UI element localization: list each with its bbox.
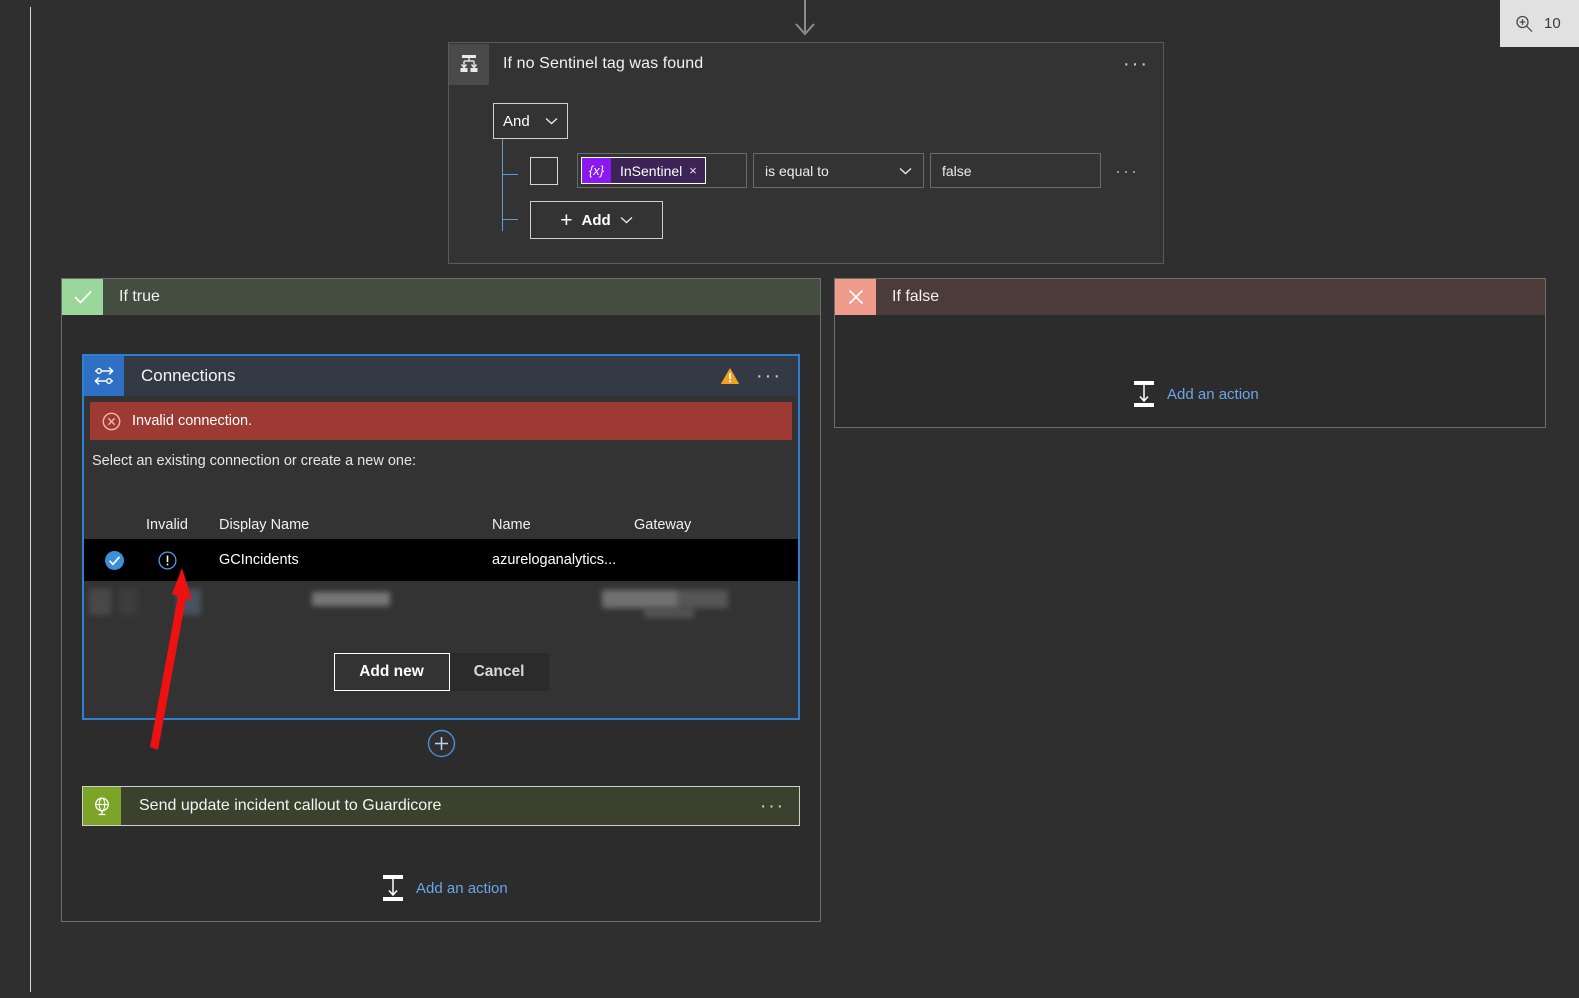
plus-icon: + <box>560 208 573 232</box>
condition-row-checkbox[interactable] <box>530 156 558 185</box>
chevron-down-icon <box>620 216 633 224</box>
connections-panel-buttons: Add new Cancel <box>84 653 798 691</box>
row-select-cell[interactable] <box>84 550 132 571</box>
guardicore-action-more-button[interactable]: ··· <box>760 797 785 816</box>
condition-left-operand-field[interactable]: {x} InSentinel × <box>577 153 747 188</box>
condition-operator-value: is equal to <box>765 162 829 179</box>
logic-operator-value: And <box>503 112 530 130</box>
redacted-name <box>602 590 728 608</box>
chevron-down-icon <box>545 117 558 125</box>
logic-operator-dropdown[interactable]: And <box>493 103 568 139</box>
if-true-title: If true <box>119 288 160 305</box>
row-display-name: GCIncidents <box>219 552 299 568</box>
condition-icon <box>449 43 489 85</box>
connections-table-header: Invalid Display Name Name Gateway <box>84 511 798 539</box>
warning-triangle-icon <box>720 367 740 385</box>
condition-value: false <box>942 162 972 179</box>
condition-card-more-button[interactable]: ··· <box>1123 54 1149 74</box>
col-invalid: Invalid <box>146 517 188 533</box>
connections-panel-header[interactable]: Connections ··· <box>84 356 798 396</box>
condition-card-body: And {x} InSentinel × is equal to false ·… <box>449 85 1163 239</box>
condition-add-wrap: + Add <box>493 201 1163 239</box>
if-true-header: If true <box>62 279 820 315</box>
col-gateway: Gateway <box>634 517 692 533</box>
row-name: azureloganalytics... <box>492 552 617 568</box>
add-condition-button[interactable]: + Add <box>530 201 663 239</box>
chevron-down-icon <box>899 167 912 174</box>
zoom-control[interactable]: 10 <box>1500 0 1579 47</box>
invalid-connection-error-bar: Invalid connection. <box>90 402 792 440</box>
redacted-row-icons <box>89 589 259 615</box>
connections-table: Invalid Display Name Name Gateway GCInci… <box>84 511 798 621</box>
add-new-button[interactable]: Add new <box>333 653 450 691</box>
col-name: Name <box>492 517 531 533</box>
add-an-action-label: Add an action <box>416 879 508 897</box>
condition-card-title: If no Sentinel tag was found <box>503 55 704 72</box>
token-label: InSentinel <box>620 162 683 179</box>
add-an-action-true-branch[interactable]: Add an action <box>380 874 508 902</box>
if-false-title: If false <box>892 288 940 305</box>
condition-connector-horizontal <box>502 174 518 175</box>
table-row[interactable]: GCIncidents azureloganalytics... <box>84 539 798 581</box>
guardicore-action-card[interactable]: Send update incident callout to Guardico… <box>82 786 800 826</box>
table-row[interactable] <box>84 581 798 621</box>
http-globe-icon <box>83 787 121 825</box>
plus-circle-icon[interactable] <box>427 729 456 758</box>
condition-card: If no Sentinel tag was found ··· And {x}… <box>448 42 1164 264</box>
add-action-icon <box>383 875 403 901</box>
add-condition-label: Add <box>581 211 611 229</box>
condition-card-header[interactable]: If no Sentinel tag was found ··· <box>449 43 1163 85</box>
add-an-action-false-branch[interactable]: Add an action <box>1131 380 1259 408</box>
add-an-action-label: Add an action <box>1167 385 1259 403</box>
insert-node-button[interactable] <box>427 729 456 758</box>
token-remove-icon[interactable]: × <box>689 163 705 178</box>
canvas-left-guide-line <box>30 7 31 992</box>
invalid-exclamation-icon[interactable] <box>157 550 177 570</box>
magnifier-plus-icon[interactable] <box>1514 14 1534 34</box>
connections-icon <box>84 356 124 396</box>
check-icon <box>62 279 103 315</box>
connections-instruction-text: Select an existing connection or create … <box>92 453 417 469</box>
condition-operator-dropdown[interactable]: is equal to <box>753 153 924 188</box>
connections-panel: Connections ··· Invalid connection. Sele… <box>82 354 800 720</box>
error-circle-x-icon <box>102 412 121 431</box>
dynamic-content-token[interactable]: {x} InSentinel × <box>581 157 706 184</box>
condition-row: {x} InSentinel × is equal to false ··· <box>493 139 1163 231</box>
workflow-designer-canvas: 10 If no Sentinel tag was found ··· And … <box>0 0 1579 998</box>
invalid-connection-error-text: Invalid connection. <box>132 413 253 429</box>
close-x-icon <box>835 279 876 315</box>
if-false-header: If false <box>835 279 1545 315</box>
connections-panel-title: Connections <box>141 366 236 385</box>
zoom-level-value: 10 <box>1544 15 1561 32</box>
flow-connector-arrow-top <box>790 0 820 40</box>
checked-radio-icon[interactable] <box>104 550 125 571</box>
condition-right-operand-input[interactable]: false <box>930 153 1101 188</box>
condition-row-more-button[interactable]: ··· <box>1115 162 1139 180</box>
connections-panel-more-button[interactable]: ··· <box>756 366 782 386</box>
redacted-display-name <box>312 592 390 606</box>
guardicore-action-title: Send update incident callout to Guardico… <box>139 797 442 814</box>
row-invalid-cell <box>132 550 202 570</box>
cancel-button[interactable]: Cancel <box>449 653 549 691</box>
col-display-name: Display Name <box>219 517 310 533</box>
redacted-name-secondary <box>644 608 694 618</box>
add-action-icon <box>1134 381 1154 407</box>
add-connector-horizontal <box>502 219 518 220</box>
expression-braces-icon: {x} <box>582 158 611 183</box>
